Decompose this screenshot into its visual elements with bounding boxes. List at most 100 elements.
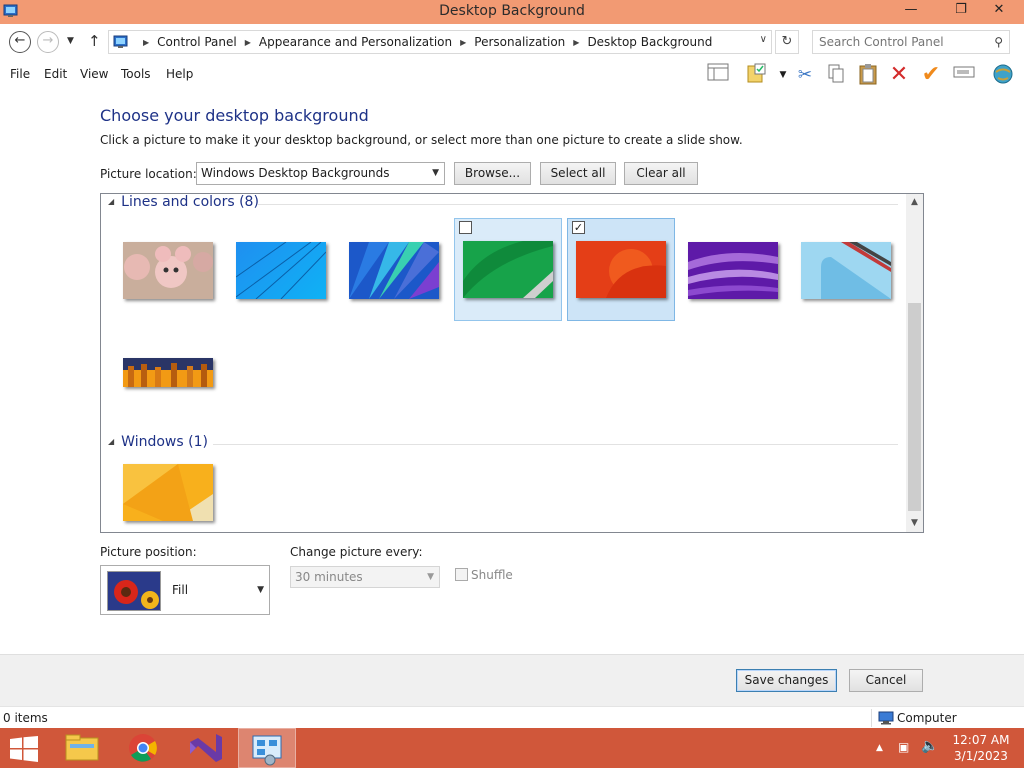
status-bar: 0 items Computer [0, 706, 1024, 728]
minimize-icon: — [904, 2, 918, 17]
group-header-lines-and-colors[interactable]: ◢ Lines and colors (8) [108, 194, 259, 210]
wallpaper-thumbnail [123, 464, 213, 521]
chevron-down-icon: ▼ [257, 585, 264, 595]
status-divider [871, 709, 872, 727]
layout-pane-icon[interactable] [705, 63, 731, 87]
chrome-icon[interactable] [115, 728, 171, 768]
item-count: 0 items [3, 711, 48, 725]
control-panel-icon [252, 735, 282, 766]
menu-file[interactable]: File [10, 67, 30, 81]
restore-icon: ❐ [955, 2, 967, 17]
change-interval-select[interactable]: 30 minutes ▼ [290, 566, 440, 588]
search-box: ⚲ [812, 30, 1010, 54]
wallpaper-thumbnail [123, 242, 213, 299]
breadcrumb-personalization[interactable]: Personalization [474, 35, 565, 49]
breadcrumb-desktop-background[interactable]: Desktop Background [587, 35, 712, 49]
paste-icon[interactable] [855, 63, 881, 87]
chevron-right-icon: ▶ [244, 38, 251, 47]
picture-location-label: Picture location: [100, 167, 197, 181]
show-hidden-icons[interactable]: ▲ [876, 743, 883, 753]
menu-edit[interactable]: Edit [44, 67, 67, 81]
wallpaper-checkbox[interactable] [459, 221, 472, 234]
save-changes-button[interactable]: Save changes [736, 669, 837, 692]
picture-position-select[interactable]: Fill ▼ [100, 565, 270, 615]
picture-gallery: ◢ Lines and colors (8) ✓ ◢ Windows (1) ▲… [100, 193, 924, 533]
computer-icon [878, 711, 894, 725]
wallpaper-tile-red-orange[interactable]: ✓ [567, 218, 675, 321]
refresh-button[interactable]: ↻ [775, 30, 799, 54]
menu-help[interactable]: Help [166, 67, 193, 81]
gallery-scrollbar[interactable]: ▲ ▼ [906, 194, 923, 532]
wallpaper-tile-purple-ribbons[interactable] [675, 218, 783, 321]
properties-icon[interactable] [744, 63, 770, 87]
delete-icon[interactable]: ✕ [886, 63, 912, 87]
wallpaper-tile-green-wave[interactable] [454, 218, 562, 321]
copy-icon[interactable] [823, 63, 849, 87]
network-icon[interactable]: ▣ [898, 740, 909, 754]
visual-studio-icon[interactable] [176, 728, 232, 768]
recent-pages-dropdown[interactable]: ▼ [67, 36, 74, 46]
chevron-right-icon: ▶ [143, 38, 150, 47]
wallpaper-thumbnail [688, 242, 778, 299]
clear-all-button[interactable]: Clear all [624, 162, 698, 185]
cut-icon[interactable]: ✂ [792, 63, 818, 87]
wallpaper-thumbnail [123, 358, 213, 387]
breadcrumb-appearance[interactable]: Appearance and Personalization [259, 35, 452, 49]
menu-view[interactable]: View [80, 67, 108, 81]
wallpaper-tile-orange-panels[interactable] [110, 334, 218, 437]
close-button[interactable]: ✕ [984, 0, 1014, 22]
wallpaper-thumbnail [236, 242, 326, 299]
search-icon[interactable]: ⚲ [994, 35, 1003, 49]
network-globe-icon[interactable] [990, 63, 1016, 87]
volume-icon[interactable]: 🔈 [921, 738, 938, 754]
wallpaper-tile-light-blue-stripes[interactable] [788, 218, 896, 321]
up-button[interactable]: ↑ [88, 32, 101, 50]
clock[interactable]: 12:07 AM 3/1/2023 [948, 732, 1014, 764]
checkbox-box [455, 568, 468, 581]
page-subtitle: Click a picture to make it your desktop … [100, 133, 743, 147]
taskbar: ▲ ▣ 🔈 12:07 AM 3/1/2023 [0, 728, 1024, 768]
shuffle-checkbox[interactable]: Shuffle [455, 568, 513, 582]
back-button[interactable]: ← [9, 31, 31, 53]
scroll-up-icon[interactable]: ▲ [906, 197, 923, 207]
title-bar: Desktop Background — ❐ ✕ [0, 0, 1024, 24]
wallpaper-thumbnail [576, 241, 666, 298]
breadcrumb[interactable]: ▶ Control Panel ▶ Appearance and Personaliz… [108, 30, 772, 54]
clock-date: 3/1/2023 [954, 749, 1008, 763]
picture-location-select[interactable]: Windows Desktop Backgrounds ▼ [196, 162, 445, 185]
scrollbar-thumb[interactable] [908, 303, 921, 511]
collapse-triangle-icon: ◢ [108, 197, 115, 206]
computer-label: Computer [897, 711, 957, 725]
cancel-button[interactable]: Cancel [849, 669, 923, 692]
rename-icon[interactable] [951, 63, 977, 87]
footer: Save changes Cancel [0, 654, 1024, 706]
select-all-button[interactable]: Select all [540, 162, 616, 185]
control-panel-taskbar-button[interactable] [238, 728, 296, 768]
wallpaper-thumbnail [801, 242, 891, 299]
minimize-button[interactable]: — [896, 0, 926, 22]
chevron-down-icon: ▼ [779, 70, 787, 80]
menu-tools[interactable]: Tools [121, 67, 151, 81]
restore-button[interactable]: ❐ [946, 0, 976, 22]
picture-location-value: Windows Desktop Backgrounds [201, 166, 390, 180]
browse-button[interactable]: Browse... [454, 162, 531, 185]
wallpaper-thumbnail [463, 241, 553, 298]
back-arrow-icon: ← [14, 33, 26, 48]
change-interval-value: 30 minutes [295, 570, 363, 584]
scroll-down-icon[interactable]: ▼ [906, 518, 923, 528]
file-explorer-icon[interactable] [54, 728, 110, 768]
checkmark-icon[interactable]: ✔ [918, 63, 944, 87]
wallpaper-tile-pink-cartoon[interactable] [110, 218, 218, 321]
breadcrumb-control-panel[interactable]: Control Panel [157, 35, 237, 49]
wallpaper-tile-windows-yellow[interactable] [110, 440, 218, 532]
wallpaper-checkbox[interactable]: ✓ [572, 221, 585, 234]
start-button[interactable] [10, 736, 38, 762]
forward-button[interactable]: → [37, 31, 59, 53]
chevron-down-icon[interactable]: ∨ [760, 34, 767, 45]
menu-bar: File Edit View Tools Help ▼ ✂ ✕ ✔ [0, 60, 1024, 90]
refresh-icon: ↻ [781, 34, 793, 49]
wallpaper-tile-blue-lines[interactable] [223, 218, 331, 321]
search-input[interactable] [813, 31, 983, 53]
wallpaper-tile-blue-fan[interactable] [336, 218, 444, 321]
control-panel-icon [113, 35, 128, 48]
